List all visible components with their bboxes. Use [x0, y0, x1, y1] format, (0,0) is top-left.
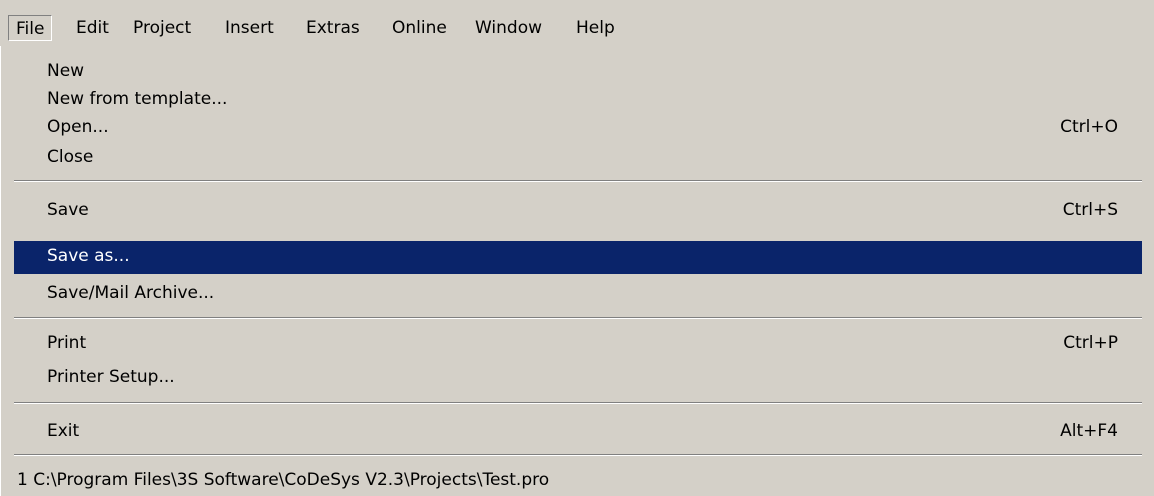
menu-item-print[interactable]: Print Ctrl+P: [14, 329, 1142, 357]
menu-item-close[interactable]: Close: [14, 143, 1142, 171]
menu-separator: [14, 454, 1142, 456]
menu-item-new-from-template[interactable]: New from template...: [14, 85, 1142, 113]
menu-item-label: Print: [47, 333, 87, 353]
menu-item-new[interactable]: New: [14, 57, 1142, 85]
menu-item-label: Printer Setup...: [47, 367, 175, 387]
menu-item-label: Save as...: [47, 246, 130, 266]
menu-help[interactable]: Help: [569, 15, 622, 41]
menu-item-label: New: [47, 61, 85, 81]
menu-item-shortcut: Ctrl+S: [1062, 200, 1118, 220]
menu-item-label: 1 C:\Program Files\3S Software\CoDeSys V…: [17, 470, 550, 490]
menu-window[interactable]: Window: [468, 15, 549, 41]
menu-extras[interactable]: Extras: [299, 15, 367, 41]
menu-file[interactable]: File: [8, 15, 53, 41]
menu-separator: [14, 317, 1142, 319]
menu-item-recent-file-1[interactable]: 1 C:\Program Files\3S Software\CoDeSys V…: [14, 466, 1142, 494]
menu-item-save-mail-archive[interactable]: Save/Mail Archive...: [14, 279, 1142, 307]
menu-item-open[interactable]: Open... Ctrl+O: [14, 113, 1142, 141]
file-menu-dropdown: New New from template... Open... Ctrl+O …: [0, 46, 1154, 496]
menu-item-printer-setup[interactable]: Printer Setup...: [14, 363, 1142, 391]
menu-online[interactable]: Online: [385, 15, 454, 41]
menu-item-label: Open...: [47, 117, 109, 137]
menu-separator: [14, 402, 1142, 404]
menu-item-exit[interactable]: Exit Alt+F4: [14, 417, 1142, 445]
menu-item-save[interactable]: Save Ctrl+S: [14, 196, 1142, 224]
menu-bar: File Edit Project Insert Extras Online W…: [0, 0, 1154, 46]
menu-item-label: Close: [47, 147, 94, 167]
menu-item-save-as[interactable]: Save as...: [14, 241, 1142, 274]
menu-item-shortcut: Ctrl+O: [1060, 117, 1118, 137]
menu-item-label: New from template...: [47, 89, 228, 109]
menu-item-label: Save/Mail Archive...: [47, 283, 215, 303]
menu-edit[interactable]: Edit: [69, 15, 116, 41]
menu-item-shortcut: Alt+F4: [1060, 421, 1118, 441]
menu-project[interactable]: Project: [126, 15, 198, 41]
menu-item-label: Exit: [47, 421, 80, 441]
menu-insert[interactable]: Insert: [218, 15, 281, 41]
menu-item-label: Save: [47, 200, 89, 220]
menu-item-shortcut: Ctrl+P: [1063, 333, 1118, 353]
menu-separator: [14, 180, 1142, 182]
